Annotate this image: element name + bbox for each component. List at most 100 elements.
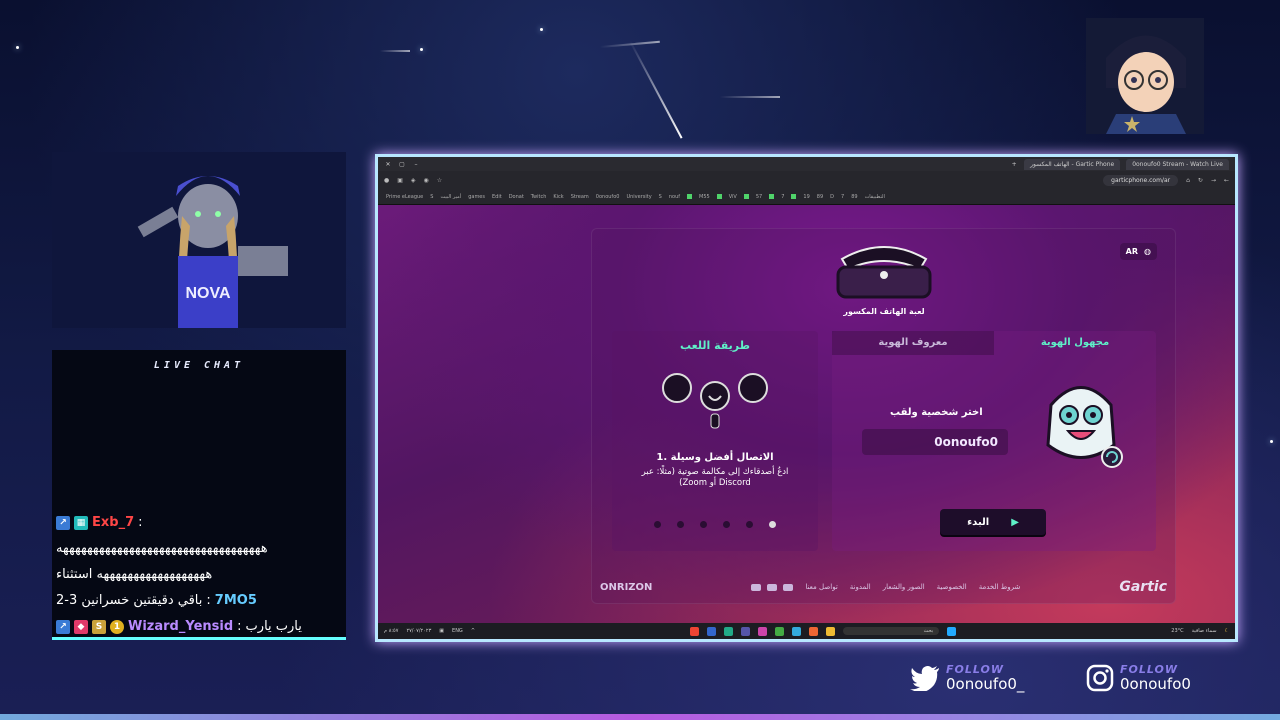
logo-subtitle: لعبة الهاتف المكسور xyxy=(843,307,925,316)
badge-icon: ↗ xyxy=(56,516,70,530)
discord-icon[interactable] xyxy=(751,583,762,591)
clock-date: ٢٧/٠٧/٢٠٢٣ xyxy=(406,628,432,634)
bookmark[interactable]: 89 xyxy=(851,194,857,200)
chat-separator: : xyxy=(138,515,143,530)
bookmark[interactable]: 0onoufo0 xyxy=(596,194,620,200)
step-dot[interactable] xyxy=(769,521,776,528)
app-icon[interactable] xyxy=(741,626,751,636)
bookmark[interactable]: Stream xyxy=(571,194,589,200)
bookmark-star-icon[interactable]: ☆ xyxy=(437,177,442,184)
step-dot[interactable] xyxy=(700,521,707,528)
gartic-page: AR ◍ لعبة الهاتف المكسور طريقة اللعب 1. … xyxy=(378,205,1235,623)
bookmark[interactable]: Donat xyxy=(509,194,524,200)
follow-username: 0onoufo0_ xyxy=(946,675,1025,693)
nickname-input[interactable]: 0onoufo0 xyxy=(862,429,1008,455)
bookmark[interactable]: 19 xyxy=(803,194,809,200)
footer-link[interactable]: شروط الخدمة xyxy=(979,583,1021,591)
close-icon[interactable]: ✕ xyxy=(384,161,392,168)
step-dot[interactable] xyxy=(723,521,730,528)
bookmark-icon xyxy=(791,194,797,199)
bookmark[interactable]: University xyxy=(626,194,651,200)
home-icon[interactable]: ⌂ xyxy=(1186,177,1190,184)
tab-gartic[interactable]: Gartic Phone - الهاتف المكسور xyxy=(1024,158,1121,170)
bookmark[interactable]: D xyxy=(830,194,834,200)
footer-link[interactable]: المدونة xyxy=(850,583,871,591)
weather-text: سماء صافية xyxy=(1191,628,1217,634)
badge-icon: ↗ xyxy=(56,620,70,634)
clock-time: ٨:٥٧ م xyxy=(384,628,399,634)
bookmark[interactable]: ViV xyxy=(729,194,737,200)
bookmark[interactable]: التطبيقات xyxy=(865,194,885,200)
shooting-star xyxy=(380,50,410,52)
youtube-icon[interactable] xyxy=(767,583,778,591)
language-indicator[interactable]: ENG xyxy=(452,628,463,634)
chevron-up-icon[interactable]: ^ xyxy=(471,628,475,634)
browser-window: ✕ ▢ – + Gartic Phone - الهاتف المكسور 0o… xyxy=(375,154,1238,642)
step-title: 1. الاتصال أفضل وسيلة xyxy=(656,452,774,463)
bookmark[interactable]: M55 xyxy=(699,194,710,200)
windows-start-icon[interactable] xyxy=(947,626,957,636)
partner-logo[interactable]: ONRIZON xyxy=(600,582,652,593)
bookmark[interactable]: Edit xyxy=(492,194,502,200)
tab-anonymous[interactable]: مجهول الهوية xyxy=(994,331,1156,355)
bookmark[interactable]: games xyxy=(468,194,485,200)
bookmark[interactable]: nouf xyxy=(669,194,680,200)
forward-icon[interactable]: → xyxy=(1211,177,1216,184)
notification-icon[interactable]: ▣ xyxy=(439,628,444,634)
bookmark[interactable]: 7 xyxy=(841,194,844,200)
start-button[interactable]: البدء ▶ xyxy=(940,509,1046,535)
tab-known-identity[interactable]: معروف الهوية xyxy=(832,331,994,355)
refresh-avatar-icon[interactable] xyxy=(1101,446,1123,468)
character-avatar[interactable] xyxy=(1036,375,1126,475)
step-dot[interactable] xyxy=(746,521,753,528)
extensions-icon[interactable]: ▣ xyxy=(397,177,403,184)
bookmark[interactable]: Prime eLeague xyxy=(386,194,423,200)
new-tab-icon[interactable]: + xyxy=(1010,161,1018,168)
tab-stream[interactable]: 0onoufo0 Stream - Watch Live xyxy=(1126,158,1229,170)
badge-icon: ▦ xyxy=(74,516,88,530)
bookmark-icon xyxy=(743,194,749,199)
voice-call-illustration-icon xyxy=(662,373,768,429)
folder-icon[interactable] xyxy=(826,626,836,636)
url-field[interactable]: garticphone.com/ar xyxy=(1103,174,1179,186)
bookmark[interactable]: 89 xyxy=(817,194,823,200)
reload-icon[interactable]: ↻ xyxy=(1198,177,1203,184)
footer-link[interactable]: الصور والشعار xyxy=(883,583,925,591)
twitter-icon[interactable] xyxy=(783,583,794,591)
bookmark[interactable]: أمير البيت xyxy=(440,194,461,200)
taskbar: ٨:٥٧ م ٢٧/٠٧/٢٠٢٣ ▣ ENG ^ بحث 23°C سماء … xyxy=(378,623,1235,639)
app-icon[interactable] xyxy=(724,626,734,636)
bookmark[interactable]: S xyxy=(659,194,662,200)
gartic-brand-logo[interactable]: Gartic xyxy=(1119,579,1167,595)
extension-icon[interactable]: ◈ xyxy=(411,177,416,184)
chrome-icon[interactable] xyxy=(775,626,785,636)
edge-icon[interactable] xyxy=(792,626,802,636)
bookmark[interactable]: Twitch xyxy=(531,194,547,200)
extension-icon[interactable]: ◉ xyxy=(424,177,429,184)
back-icon[interactable]: ← xyxy=(1224,177,1229,184)
step-dot[interactable] xyxy=(677,521,684,528)
bookmark[interactable]: 57 xyxy=(756,194,762,200)
bookmark[interactable]: S xyxy=(430,194,433,200)
footer-link[interactable]: تواصل معنا xyxy=(805,583,837,591)
restore-icon[interactable]: ▢ xyxy=(398,161,406,168)
bookmark-icon xyxy=(687,194,693,199)
bookmark-icon xyxy=(769,194,775,199)
shooting-star xyxy=(629,40,683,139)
app-icon[interactable] xyxy=(690,626,700,636)
app-icon[interactable] xyxy=(707,626,717,636)
bookmark[interactable]: Kick xyxy=(553,194,563,200)
bookmark[interactable]: 7 xyxy=(781,194,784,200)
app-icon[interactable] xyxy=(758,626,768,636)
step-dot[interactable] xyxy=(654,521,661,528)
language-selector[interactable]: AR ◍ xyxy=(1119,243,1157,260)
minimize-icon[interactable]: – xyxy=(412,161,420,168)
badge-icon: 1 xyxy=(110,620,124,634)
taskbar-search[interactable]: بحث xyxy=(843,627,940,635)
brave-icon[interactable] xyxy=(809,626,819,636)
avatar-icon[interactable]: ● xyxy=(384,177,389,184)
start-label: البدء xyxy=(967,516,990,528)
player-setup-panel: معروف الهوية مجهول الهوية اختر شخصية ولق… xyxy=(832,331,1156,551)
instagram-icon xyxy=(1086,664,1114,692)
footer-link[interactable]: الخصوصية xyxy=(937,583,967,591)
